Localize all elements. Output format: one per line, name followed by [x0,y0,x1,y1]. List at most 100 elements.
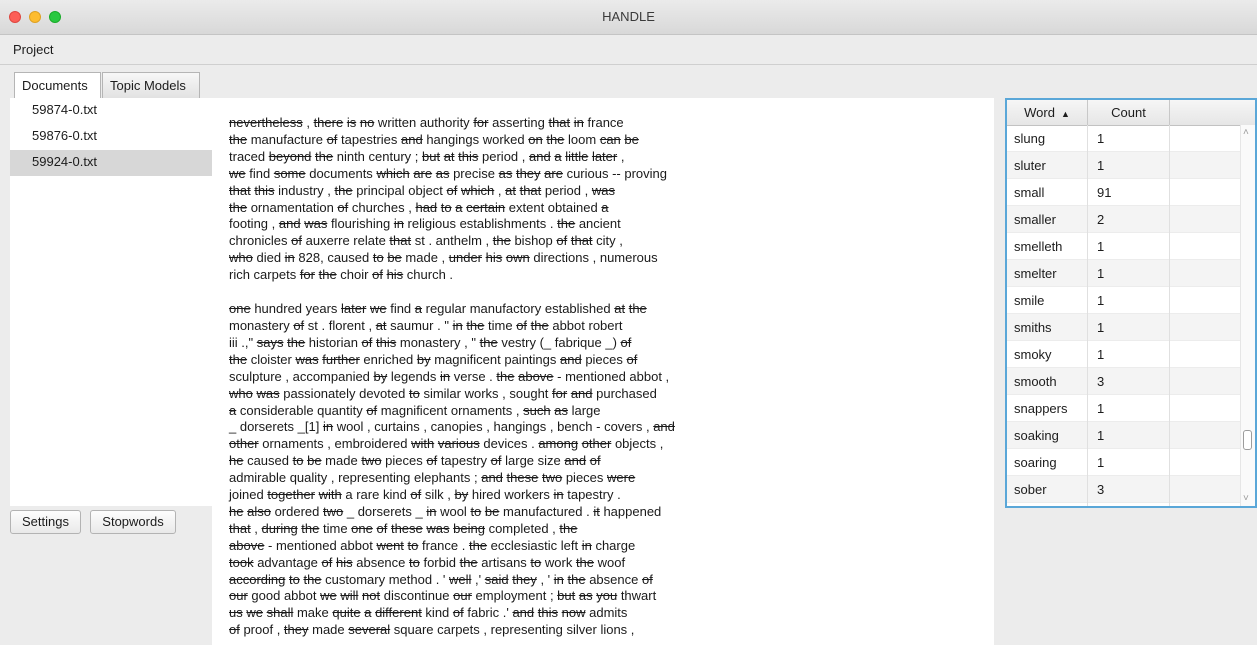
word: find [386,301,415,317]
stopword: of [337,199,349,215]
stopword: the [557,216,576,232]
table-scrollbar[interactable]: ˄ ˅ [1240,125,1255,506]
table-row[interactable]: sober 3 [1007,476,1243,503]
stopword: of [516,317,528,333]
word-count-table[interactable]: Word ▲ Count slung 1 sluter 1 small 91 smaller 2… [1005,98,1257,508]
stopword: in [581,537,592,553]
tab-topic-models[interactable]: Topic Models [102,72,200,98]
word: admits [585,605,628,621]
word: cloister [247,351,296,367]
word: monastery , " [396,334,480,350]
stopword: with [318,487,342,503]
stopword: be [624,131,639,147]
stopword: a [554,148,562,164]
stopword: can [599,131,621,147]
count-column-header[interactable]: Count [1088,100,1170,125]
table-row[interactable]: soaking 1 [1007,422,1243,449]
stopword: by [373,368,388,384]
word: monastery [229,317,294,333]
word: footing , [229,216,279,232]
word: precise [449,165,499,181]
stopword: the [229,131,248,147]
word: kind [421,605,453,621]
table-row[interactable]: sobriquet1 [1007,503,1243,506]
stopword: such [523,402,551,418]
table-row[interactable]: soaring 1 [1007,449,1243,476]
document-item[interactable]: 59874-0.txt [10,98,212,124]
stopword: the [318,267,337,283]
stopword: and [529,148,551,164]
count-cell: 1 [1088,125,1170,152]
stopword: in [284,250,295,266]
word: customary method . ' [321,571,450,587]
table-row[interactable]: sluter 1 [1007,152,1243,179]
stopword: the [496,368,515,384]
window-title: HANDLE [602,9,655,24]
stopword: some [273,165,306,181]
scroll-up-icon[interactable]: ˄ [1243,127,1249,138]
table-body: slung 1 sluter 1 small 91 smaller 2 smelleth 1 sme… [1007,125,1243,506]
table-row[interactable]: small 91 [1007,179,1243,206]
stopwords-button[interactable]: Stopwords [90,510,176,534]
table-row[interactable]: smelleth 1 [1007,233,1243,260]
text-line: iii .," says the historian of this monas… [229,335,989,352]
stopword: to [440,199,452,215]
word-column-header[interactable]: Word ▲ [1007,100,1088,125]
empty-cell [1170,314,1243,341]
tab-documents[interactable]: Documents [14,72,101,98]
word: directions , numerous [529,250,658,266]
stopword: of [291,233,302,249]
stopword: his [485,250,503,266]
stopword: and [570,385,593,401]
stopword: other [581,436,612,452]
stopword: among [538,436,579,452]
table-row[interactable]: smaller 2 [1007,206,1243,233]
document-item-selected[interactable]: 59924-0.txt [10,150,212,176]
empty-cell [1170,206,1243,233]
stopword: of [556,233,568,249]
document-item[interactable]: 59876-0.txt [10,124,212,150]
table-row[interactable]: smoky 1 [1007,341,1243,368]
stopword: a [455,199,463,215]
word: church . [403,267,454,283]
word-cell: soaking [1007,422,1088,449]
stopword: a [601,199,609,215]
word: choir [336,267,373,283]
table-row[interactable]: smooth 3 [1007,368,1243,395]
stopword: under [448,250,483,266]
stopword: to [408,385,420,401]
table-row[interactable]: snappers 1 [1007,395,1243,422]
word: abbot robert [548,317,623,333]
stopword: quite [332,605,361,621]
word: - mentioned abbot , [553,368,670,384]
stopword: in [426,503,437,519]
text-line: admirable quality , representing elephan… [229,470,989,487]
table-row[interactable]: smile 1 [1007,287,1243,314]
count-cell: 1 [1088,422,1170,449]
stopword: the [628,301,647,317]
count-cell: 91 [1088,179,1170,206]
stopword: as [435,165,450,181]
document-text-pane[interactable]: nevertheless , there is no written autho… [212,98,994,645]
stopword: own [505,250,530,266]
table-row[interactable]: slung 1 [1007,125,1243,152]
word: sculpture , accompanied [229,368,374,384]
scrollbar-thumb[interactable] [1243,430,1252,450]
word-cell: sobriquet [1007,503,1088,506]
table-row[interactable]: smiths 1 [1007,314,1243,341]
empty-cell [1170,233,1243,260]
word: fabric .' [463,605,513,621]
table-row[interactable]: smelter 1 [1007,260,1243,287]
menu-project[interactable]: Project [13,42,53,57]
stopword: took [229,554,254,570]
stopword: was [426,520,450,536]
stopword: according [229,571,286,587]
word-cell: smelleth [1007,233,1088,260]
scroll-down-icon[interactable]: ˅ [1243,493,1249,504]
settings-button[interactable]: Settings [10,510,81,534]
stopword: you [596,588,618,604]
word: considerable quantity [236,402,367,418]
stopword: at [375,317,387,333]
count-cell: 1 [1088,341,1170,368]
